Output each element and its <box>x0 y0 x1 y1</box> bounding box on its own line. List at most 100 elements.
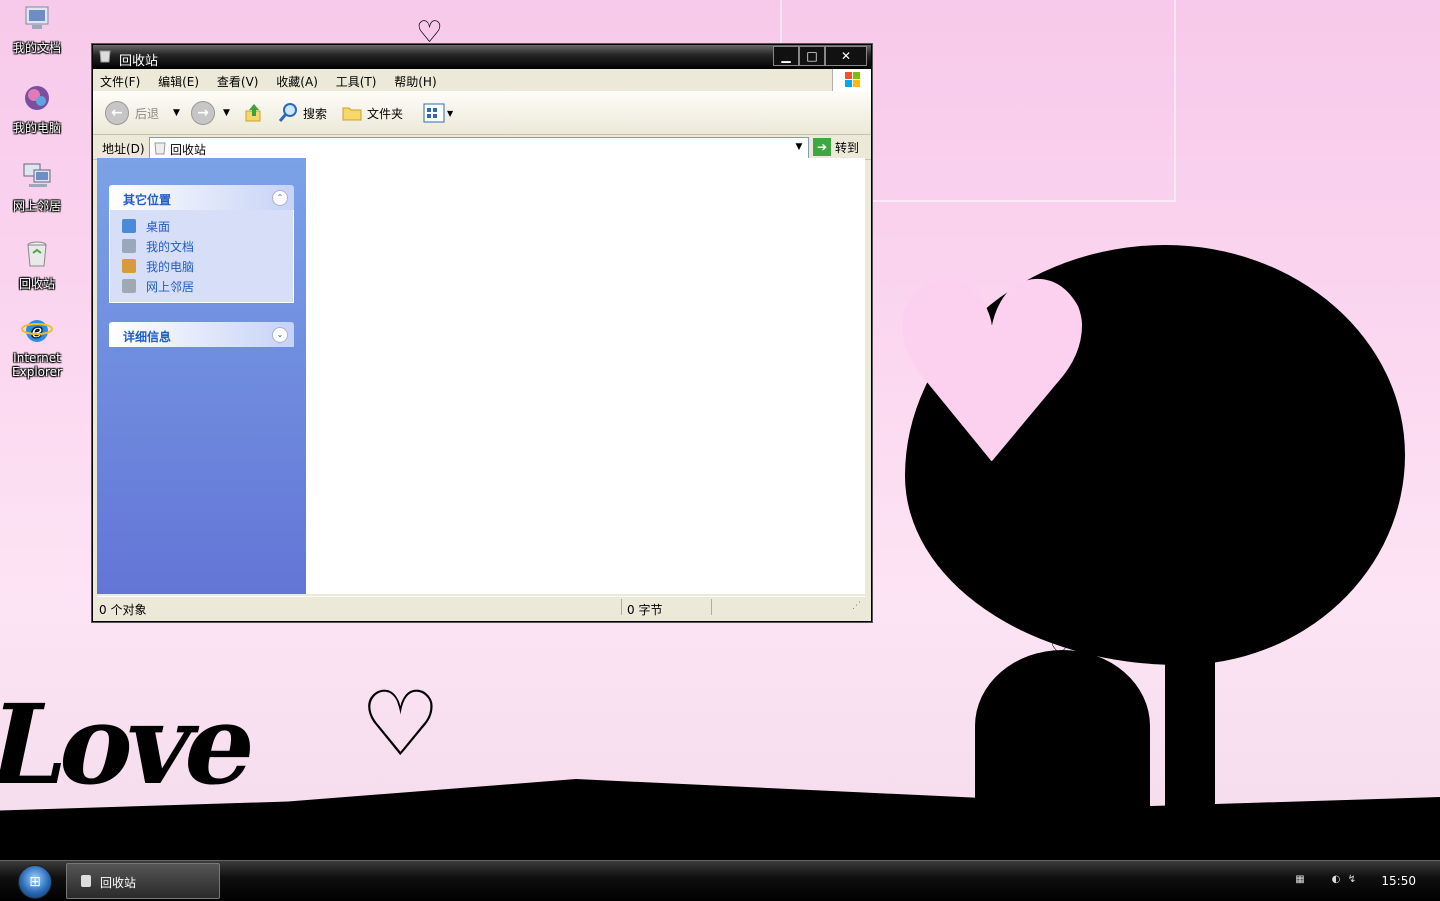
wallpaper-heart: ♡ <box>1055 592 1091 638</box>
desktop-icon <box>122 219 136 233</box>
chevron-down-icon: ▼ <box>223 108 230 118</box>
folders-label: 文件夹 <box>367 106 404 121</box>
link-label: 我的文档 <box>146 239 195 254</box>
explorer-window: 回收站 ▁ □ ✕ 文件(F) 编辑(E) 查看(V) 收藏(A) 工具(T) … <box>92 44 872 622</box>
wallpaper-heart: ♡ <box>360 672 441 777</box>
network-icon[interactable]: ↯ <box>1346 874 1358 886</box>
menu-bar: 文件(F) 编辑(E) 查看(V) 收藏(A) 工具(T) 帮助(H) <box>93 69 871 92</box>
recycle-bin-icon <box>154 142 166 155</box>
forward-arrow-icon: → <box>191 101 215 125</box>
desktop-icon-label: 回收站 <box>18 277 55 291</box>
clock[interactable]: 15:50 <box>1381 874 1416 888</box>
maximize-button[interactable]: □ <box>799 46 825 66</box>
desktop-icon-my-computer[interactable]: 我的电脑 <box>4 82 70 136</box>
desktop-icon-label: 网上邻居 <box>12 199 61 213</box>
content-area: 其它位置 ⌃ 桌面 我的文档 我的电脑 网上邻居 详细信息 ⌄ <box>97 158 865 594</box>
folder-icon <box>342 107 362 121</box>
other-places-panel: 其它位置 ⌃ 桌面 我的文档 我的电脑 网上邻居 <box>109 185 294 303</box>
my-computer-icon <box>25 86 49 110</box>
collapse-icon[interactable]: ⌃ <box>272 190 288 206</box>
taskbar-item-label: 回收站 <box>100 876 137 890</box>
menu-file[interactable]: 文件(F) <box>93 69 147 90</box>
desktop-icon-label: Internet Explorer <box>12 351 62 379</box>
wallpaper-tree-heart: ♥ <box>880 229 1105 520</box>
desktop-icon-internet-explorer[interactable]: e Internet Explorer <box>4 314 70 379</box>
views-icon <box>423 103 445 123</box>
address-value: 回收站 <box>170 143 207 157</box>
folder-up-icon <box>245 104 261 122</box>
details-header[interactable]: 详细信息 ⌄ <box>109 322 294 347</box>
status-bar: 0 个对象 0 字节 ⋰ <box>97 596 865 617</box>
folders-button[interactable]: 文件夹 <box>341 100 403 126</box>
other-places-body: 桌面 我的文档 我的电脑 网上邻居 <box>109 210 294 303</box>
forward-button[interactable]: → ▼ <box>191 100 230 126</box>
menu-favorites[interactable]: 收藏(A) <box>269 69 325 90</box>
menu-tools[interactable]: 工具(T) <box>329 69 384 90</box>
details-panel: 详细信息 ⌄ <box>109 322 294 347</box>
address-bar: 地址(D) 回收站 ▼ ➔ 转到 <box>93 135 871 160</box>
expand-icon[interactable]: ⌄ <box>272 327 288 343</box>
menu-edit[interactable]: 编辑(E) <box>151 69 206 90</box>
system-tray: ▦ ◐ ↯ 15:50 <box>1290 861 1440 901</box>
internet-explorer-icon: e <box>21 320 53 342</box>
taskbar: ⊞ 回收站 ▦ ◐ ↯ 15:50 <box>0 860 1440 901</box>
go-arrow-icon: ➔ <box>813 138 831 156</box>
file-list[interactable] <box>306 158 865 594</box>
task-pane: 其它位置 ⌃ 桌面 我的文档 我的电脑 网上邻居 详细信息 ⌄ <box>97 158 306 594</box>
my-documents-icon <box>122 239 136 253</box>
desktop-icon-my-documents[interactable]: 我的文档 <box>4 2 70 56</box>
resize-grip-icon[interactable]: ⋰ <box>852 601 861 611</box>
address-label: 地址(D) <box>102 142 145 156</box>
network-places-icon <box>122 279 136 293</box>
status-separator <box>621 599 622 615</box>
desktop-icon-label: 我的文档 <box>12 41 61 55</box>
wallpaper-love-text: Love <box>0 680 265 809</box>
link-my-computer[interactable]: 我的电脑 <box>122 256 293 276</box>
close-button[interactable]: ✕ <box>825 46 867 66</box>
link-desktop[interactable]: 桌面 <box>122 216 293 236</box>
search-label: 搜索 <box>303 106 328 121</box>
chevron-down-icon: ▼ <box>173 108 180 118</box>
link-my-documents[interactable]: 我的文档 <box>122 236 293 256</box>
back-arrow-icon: ← <box>105 101 129 125</box>
other-places-title: 其它位置 <box>123 193 172 207</box>
link-label: 我的电脑 <box>146 259 195 274</box>
taskbar-item-recycle-bin[interactable]: 回收站 <box>66 863 220 899</box>
recycle-bin-icon <box>27 241 47 267</box>
menu-view[interactable]: 查看(V) <box>210 69 266 90</box>
recycle-bin-icon <box>99 50 111 63</box>
address-input[interactable]: 回收站 ▼ <box>149 137 809 159</box>
up-button[interactable] <box>243 100 265 126</box>
volume-icon[interactable]: ◐ <box>1330 874 1342 886</box>
search-icon <box>278 103 297 122</box>
recycle-bin-icon <box>81 875 91 887</box>
start-button[interactable]: ⊞ <box>18 865 52 899</box>
my-computer-icon <box>122 259 136 273</box>
link-network-places[interactable]: 网上邻居 <box>122 276 293 296</box>
back-label: 后退 <box>135 106 160 121</box>
link-label: 桌面 <box>146 219 171 234</box>
link-label: 网上邻居 <box>146 279 195 294</box>
address-dropdown-icon[interactable]: ▼ <box>792 140 806 154</box>
details-title: 详细信息 <box>123 330 172 344</box>
menu-help[interactable]: 帮助(H) <box>387 69 443 90</box>
status-size: 0 字节 <box>627 603 663 617</box>
back-button[interactable]: ← 后退 ▼ <box>105 100 180 126</box>
network-places-icon <box>23 163 51 187</box>
desktop-icon-network[interactable]: 网上邻居 <box>4 160 70 214</box>
windows-logo-icon <box>832 69 871 91</box>
views-button[interactable]: ▼ <box>423 100 453 126</box>
keyboard-icon[interactable]: ▦ <box>1294 874 1306 886</box>
search-button[interactable]: 搜索 <box>277 100 327 126</box>
status-object-count: 0 个对象 <box>99 603 147 617</box>
other-places-header[interactable]: 其它位置 ⌃ <box>109 185 294 210</box>
desktop-icon-recycle-bin[interactable]: 回收站 <box>4 238 70 292</box>
desktop-icon-label: 我的电脑 <box>12 121 61 135</box>
minimize-button[interactable]: ▁ <box>773 46 799 66</box>
window-title: 回收站 <box>119 54 159 69</box>
window-titlebar[interactable]: 回收站 ▁ □ ✕ <box>93 45 871 69</box>
go-label: 转到 <box>835 140 860 155</box>
go-button[interactable]: ➔ 转到 <box>813 137 859 157</box>
chevron-down-icon: ▼ <box>447 108 454 118</box>
status-separator <box>711 599 712 615</box>
